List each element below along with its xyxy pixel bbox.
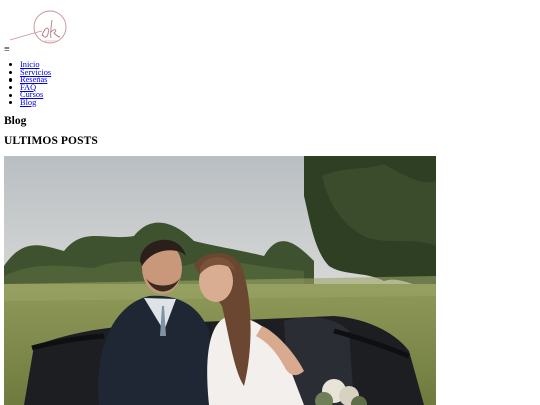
section-title: ULTIMOS POSTS — [4, 135, 98, 147]
site-logo[interactable] — [6, 10, 68, 48]
hamburger-icon: ≡ — [4, 44, 10, 55]
nav-item-blog: Blog — [8, 98, 51, 107]
nav-link-blog[interactable]: Blog — [20, 98, 36, 107]
logo-monogram-icon — [9, 10, 67, 44]
featured-post-image[interactable] — [4, 156, 436, 405]
main-nav: Inicio Servicios Reseñas FAQ Cursos Blog — [8, 60, 51, 107]
menu-toggle-button[interactable]: ≡ — [4, 45, 10, 55]
page-title: Blog — [4, 115, 27, 127]
post-photo — [4, 156, 436, 405]
